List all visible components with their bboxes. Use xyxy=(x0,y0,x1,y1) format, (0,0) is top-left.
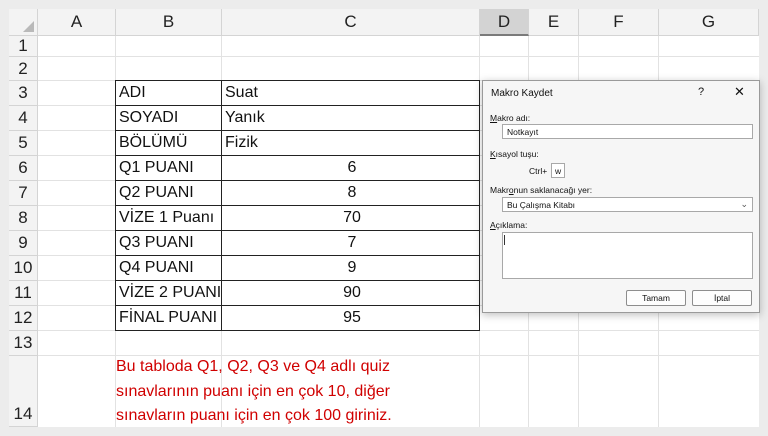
select-all-corner[interactable] xyxy=(9,9,38,36)
note-line-1: Bu tabloda Q1, Q2, Q3 ve Q4 adlı quiz xyxy=(116,358,390,375)
value-cell[interactable]: 90 xyxy=(221,280,480,306)
label-cell[interactable]: VİZE 1 Puanı xyxy=(115,205,222,231)
macro-name-label: Makro adı: xyxy=(490,113,530,123)
row-header-7[interactable]: 7 xyxy=(9,181,38,206)
dialog-title: Makro Kaydet xyxy=(491,88,553,99)
shortcut-key-input[interactable]: w xyxy=(551,163,565,178)
close-icon[interactable]: ✕ xyxy=(734,84,745,100)
row-header-9[interactable]: 9 xyxy=(9,231,38,256)
store-label-pre: Makr xyxy=(490,185,509,195)
note-line-3: sınavların puanı için en çok 100 giriniz… xyxy=(116,407,392,424)
label-cell[interactable]: VİZE 2 PUANI xyxy=(115,280,222,306)
help-button[interactable]: ? xyxy=(698,86,704,98)
ctrl-prefix: Ctrl+ xyxy=(529,166,548,176)
column-header-b[interactable]: B xyxy=(116,9,222,36)
row-header-14[interactable]: 14 xyxy=(9,356,38,427)
row-header-1[interactable]: 1 xyxy=(9,36,38,57)
row-gridline xyxy=(38,56,759,57)
row-header-3[interactable]: 3 xyxy=(9,81,38,106)
instruction-note: Bu tabloda Q1, Q2, Q3 ve Q4 adlı quiz sı… xyxy=(116,355,456,427)
value-cell[interactable]: 6 xyxy=(221,155,480,181)
description-label-text: çıklama: xyxy=(495,220,528,230)
value-cell[interactable]: 95 xyxy=(221,305,480,331)
column-header-e[interactable]: E xyxy=(529,9,579,36)
ok-button[interactable]: Tamam xyxy=(626,290,686,306)
store-label-rest: nun saklanacağı yer: xyxy=(513,185,593,195)
row-header-8[interactable]: 8 xyxy=(9,206,38,231)
store-macro-select[interactable]: Bu Çalışma Kitabı ⌄ xyxy=(502,197,753,212)
label-cell[interactable]: SOYADI xyxy=(115,105,222,131)
select-all-triangle-icon xyxy=(23,21,34,32)
column-header-a[interactable]: A xyxy=(38,9,116,36)
label-cell[interactable]: Q4 PUANI xyxy=(115,255,222,281)
description-label: Açıklama: xyxy=(490,220,527,230)
cancel-button[interactable]: İptal xyxy=(692,290,752,306)
value-cell[interactable]: Yanık xyxy=(221,105,480,131)
note-line-2: sınavlarının puanı için en çok 10, diğer xyxy=(116,382,390,400)
column-header-d[interactable]: D xyxy=(480,9,529,36)
record-macro-dialog: Makro Kaydet ? ✕ Makro adı: Notkayıt Kıs… xyxy=(482,80,760,313)
column-header-f[interactable]: F xyxy=(579,9,659,36)
description-textarea[interactable] xyxy=(502,232,753,279)
column-header-c[interactable]: C xyxy=(222,9,480,36)
row-header-5[interactable]: 5 xyxy=(9,131,38,156)
macro-name-label-text: akro adı: xyxy=(497,113,531,123)
label-cell[interactable]: Q2 PUANI xyxy=(115,180,222,206)
row-header-4[interactable]: 4 xyxy=(9,106,38,131)
store-macro-label: Makronun saklanacağı yer: xyxy=(490,185,592,195)
shortcut-key-label: Kısayol tuşu: xyxy=(490,149,539,159)
row-header-6[interactable]: 6 xyxy=(9,156,38,181)
chevron-down-icon[interactable]: ⌄ xyxy=(740,199,748,210)
row-header-11[interactable]: 11 xyxy=(9,281,38,306)
value-cell[interactable]: 70 xyxy=(221,205,480,231)
shortcut-label-text: ısayol tuşu: xyxy=(495,149,539,159)
value-cell[interactable]: 9 xyxy=(221,255,480,281)
label-cell[interactable]: BÖLÜMÜ xyxy=(115,130,222,156)
column-header-g[interactable]: G xyxy=(659,9,759,36)
value-cell[interactable]: 8 xyxy=(221,180,480,206)
macro-name-input[interactable]: Notkayıt xyxy=(502,124,753,139)
label-cell[interactable]: ADI xyxy=(115,80,222,106)
value-cell[interactable]: 7 xyxy=(221,230,480,256)
row-header-13[interactable]: 13 xyxy=(9,331,38,356)
text-caret xyxy=(504,235,505,245)
label-cell[interactable]: FİNAL PUANI xyxy=(115,305,222,331)
row-header-10[interactable]: 10 xyxy=(9,256,38,281)
row-header-12[interactable]: 12 xyxy=(9,306,38,331)
value-cell[interactable]: Fizik xyxy=(221,130,480,156)
store-macro-selected: Bu Çalışma Kitabı xyxy=(507,199,576,210)
label-cell[interactable]: Q1 PUANI xyxy=(115,155,222,181)
row-header-2[interactable]: 2 xyxy=(9,57,38,81)
label-cell[interactable]: Q3 PUANI xyxy=(115,230,222,256)
value-cell[interactable]: Suat xyxy=(221,80,480,106)
